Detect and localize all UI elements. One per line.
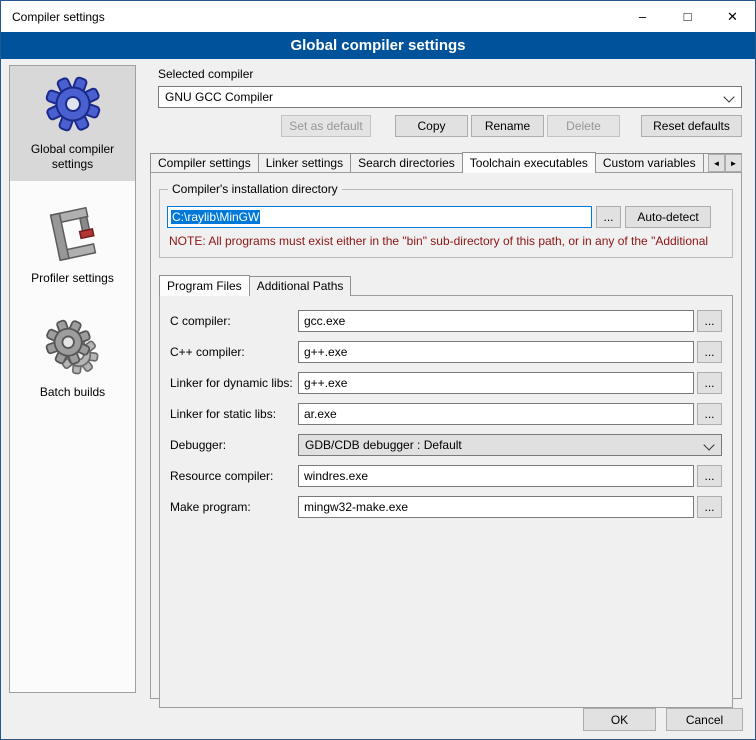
field-label: Debugger: (170, 438, 298, 452)
gears-icon (44, 319, 102, 377)
chevron-down-icon (703, 439, 714, 450)
reset-defaults-button[interactable]: Reset defaults (641, 115, 742, 137)
sidebar-item-profiler-settings[interactable]: Profiler settings (10, 197, 135, 295)
resource-compiler-browse-button[interactable]: ... (697, 465, 722, 487)
make-program-browse-button[interactable]: ... (697, 496, 722, 518)
cpp-compiler-browse-button[interactable]: ... (697, 341, 722, 363)
debugger-select[interactable]: GDB/CDB debugger : Default (298, 434, 722, 456)
selected-compiler-label: Selected compiler (158, 67, 742, 81)
sidebar-item-label: Global compiler settings (13, 142, 132, 172)
minimize-button[interactable]: – (620, 1, 665, 32)
selected-compiler-value: GNU GCC Compiler (165, 90, 273, 104)
c-compiler-browse-button[interactable]: ... (697, 310, 722, 332)
dialog-footer: OK Cancel (583, 708, 743, 731)
field-label: C++ compiler: (170, 345, 298, 359)
profiler-clamp-icon (47, 205, 99, 263)
resource-compiler-input[interactable] (298, 465, 694, 487)
gear-icon (43, 74, 103, 134)
chevron-down-icon (723, 91, 734, 102)
installation-directory-title: Compiler's installation directory (168, 182, 342, 196)
form-row: C++ compiler: ... (170, 341, 722, 363)
settings-sidebar: Global compiler settings Profiler settin… (9, 65, 136, 693)
program-files-tabstrip: Program Files Additional Paths (159, 274, 733, 296)
tab-toolchain-executables[interactable]: Toolchain executables (462, 152, 596, 173)
form-row: Linker for static libs: ... (170, 403, 722, 425)
field-label: Linker for dynamic libs: (170, 376, 298, 390)
main-panel: Selected compiler GNU GCC Compiler Set a… (150, 65, 742, 699)
installation-directory-value: C:\raylib\MinGW (171, 210, 260, 224)
titlebar: Compiler settings – □ ✕ (1, 1, 755, 32)
dynamic-linker-browse-button[interactable]: ... (697, 372, 722, 394)
field-label: Make program: (170, 500, 298, 514)
compiler-toolbar: Set as default Copy Rename Delete Reset … (158, 115, 742, 137)
sidebar-item-batch-builds[interactable]: Batch builds (10, 311, 135, 409)
make-program-input[interactable] (298, 496, 694, 518)
program-files-panel: C compiler: ... C++ compiler: ... Linker… (159, 295, 733, 708)
tab-scroll-right-icon[interactable]: ► (725, 154, 742, 172)
static-linker-browse-button[interactable]: ... (697, 403, 722, 425)
cancel-button[interactable]: Cancel (666, 708, 743, 731)
toolchain-executables-panel: Compiler's installation directory C:\ray… (150, 172, 742, 699)
auto-detect-button[interactable]: Auto-detect (625, 206, 711, 228)
dialog-header: Global compiler settings (1, 32, 755, 59)
form-row: Debugger: GDB/CDB debugger : Default (170, 434, 722, 456)
set-as-default-button[interactable]: Set as default (281, 115, 371, 137)
form-row: C compiler: ... (170, 310, 722, 332)
field-label: Resource compiler: (170, 469, 298, 483)
tab-search-directories[interactable]: Search directories (350, 153, 463, 173)
tab-linker-settings[interactable]: Linker settings (258, 153, 351, 173)
dynamic-linker-input[interactable] (298, 372, 694, 394)
tab-additional-paths[interactable]: Additional Paths (249, 276, 352, 296)
debugger-value: GDB/CDB debugger : Default (305, 438, 462, 452)
installation-directory-browse-button[interactable]: ... (596, 206, 621, 228)
maximize-button[interactable]: □ (665, 1, 710, 32)
installation-directory-input[interactable]: C:\raylib\MinGW (167, 206, 592, 228)
tab-program-files[interactable]: Program Files (159, 275, 250, 296)
close-button[interactable]: ✕ (710, 1, 755, 32)
window-controls: – □ ✕ (620, 1, 755, 32)
static-linker-input[interactable] (298, 403, 694, 425)
window-title: Compiler settings (12, 10, 105, 24)
compiler-settings-window: Compiler settings – □ ✕ Global compiler … (0, 0, 756, 740)
tab-scroller: ◄ ► (708, 154, 742, 172)
ok-button[interactable]: OK (583, 708, 656, 731)
form-row: Resource compiler: ... (170, 465, 722, 487)
sidebar-item-global-compiler-settings[interactable]: Global compiler settings (10, 66, 135, 181)
tab-compiler-settings[interactable]: Compiler settings (150, 153, 259, 173)
sidebar-item-label: Batch builds (13, 385, 132, 400)
installation-note: NOTE: All programs must exist either in … (169, 234, 723, 248)
form-row: Make program: ... (170, 496, 722, 518)
c-compiler-input[interactable] (298, 310, 694, 332)
field-label: C compiler: (170, 314, 298, 328)
rename-button[interactable]: Rename (471, 115, 544, 137)
cpp-compiler-input[interactable] (298, 341, 694, 363)
sidebar-item-label: Profiler settings (13, 271, 132, 286)
tab-scroll-left-icon[interactable]: ◄ (708, 154, 725, 172)
field-label: Linker for static libs: (170, 407, 298, 421)
delete-button[interactable]: Delete (547, 115, 620, 137)
settings-tabstrip: Compiler settings Linker settings Search… (150, 151, 742, 173)
tab-custom-variables[interactable]: Custom variables (595, 153, 704, 173)
form-row: Linker for dynamic libs: ... (170, 372, 722, 394)
copy-button[interactable]: Copy (395, 115, 468, 137)
installation-directory-group: Compiler's installation directory C:\ray… (159, 189, 733, 258)
selected-compiler-dropdown[interactable]: GNU GCC Compiler (158, 86, 742, 108)
